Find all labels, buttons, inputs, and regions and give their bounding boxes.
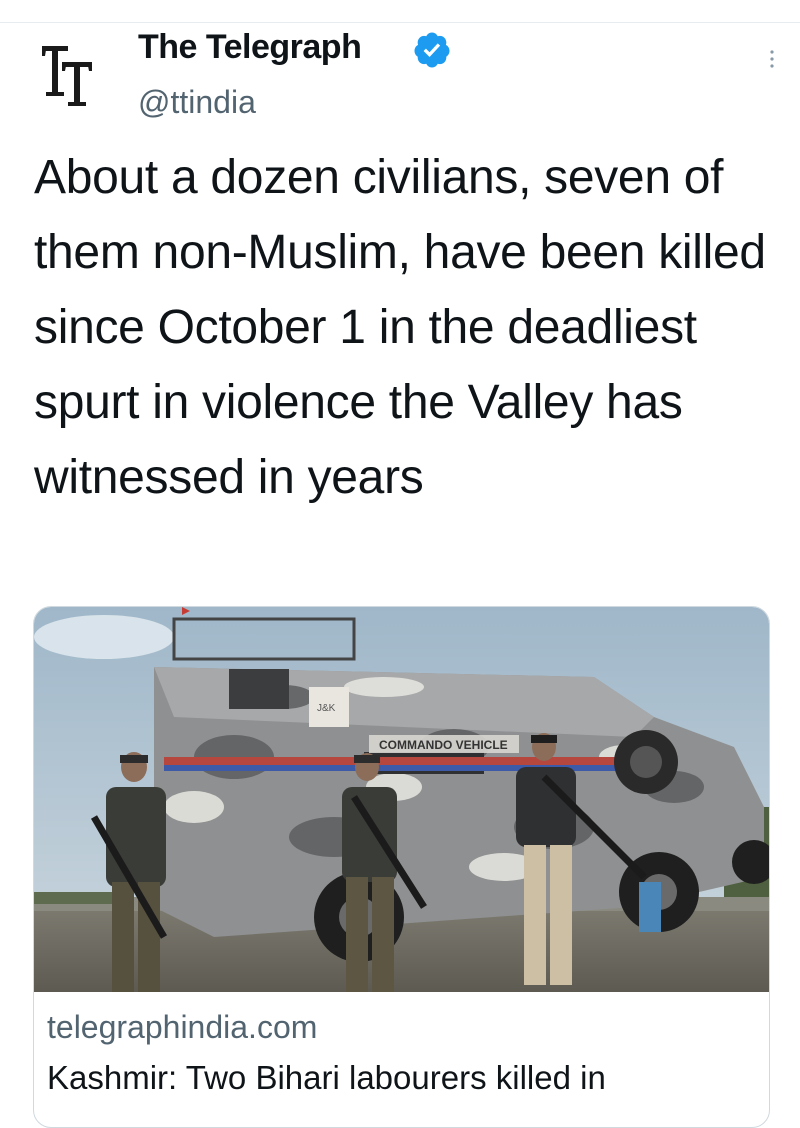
card-domain[interactable]: telegraphindia.com [47,1009,317,1046]
card-image[interactable]: COMMANDO VEHICLE J&K [34,607,769,992]
account-name[interactable]: The Telegraph [138,28,362,67]
more-vertical-icon[interactable] [762,44,782,74]
card-title[interactable]: Kashmir: Two Bihari labourers killed in [47,1059,606,1097]
account-handle[interactable]: @ttindia [138,84,256,121]
tweet-header: TT The Telegraph @ttindia [0,0,800,140]
emblem-text: J&K [317,703,336,714]
link-card[interactable]: COMMANDO VEHICLE J&K telegraphindia.com … [33,606,770,1128]
vehicle-label-text: COMMANDO VEHICLE [379,738,508,752]
tweet-text: About a dozen civilians, seven of them n… [34,151,766,504]
verified-badge-icon [414,32,450,68]
logo-text: TT [34,40,36,41]
telegraph-logo[interactable]: TT [34,40,104,110]
